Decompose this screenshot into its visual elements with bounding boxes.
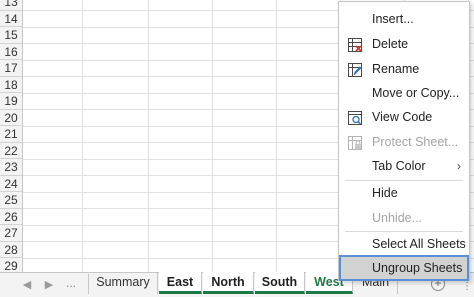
menu-item-delete[interactable]: Delete [339, 33, 469, 55]
menu-item-rename[interactable]: Rename [339, 58, 469, 80]
row-header[interactable]: 15 [0, 27, 22, 44]
more-tabs-ellipsis[interactable]: ... [66, 276, 76, 290]
tab-north[interactable]: North [203, 272, 254, 294]
row-header[interactable]: 23 [0, 159, 22, 176]
tab-summary[interactable]: Summary [89, 272, 158, 294]
row-header[interactable]: 20 [0, 110, 22, 126]
view-code-icon [348, 110, 362, 125]
menu-item-view-code[interactable]: View Code [339, 106, 469, 128]
menu-item-hide[interactable]: Hide [339, 182, 469, 204]
row-header[interactable]: 24 [0, 176, 22, 192]
menu-item-tab-color[interactable]: Tab Color › [339, 155, 469, 177]
menu-separator [345, 180, 463, 181]
delete-sheet-icon [348, 37, 362, 52]
row-header[interactable]: 25 [0, 192, 22, 209]
row-header[interactable]: 14 [0, 11, 22, 27]
row-header[interactable]: 27 [0, 225, 22, 242]
tab-south[interactable]: South [255, 272, 305, 294]
tab-east[interactable]: East [159, 272, 202, 294]
row-header[interactable]: 26 [0, 209, 22, 225]
row-header[interactable]: 22 [0, 143, 22, 159]
scroll-tabs-left-icon[interactable]: ◀ [20, 278, 34, 292]
excel-window: 13 14 15 16 17 18 19 20 21 22 23 24 25 2… [0, 0, 474, 297]
protect-sheet-icon [348, 135, 362, 150]
sheet-context-menu: Insert... Delete Rename Move or Copy... … [338, 1, 470, 281]
menu-item-protect-sheet: Protect Sheet... [339, 131, 469, 153]
row-header[interactable]: 17 [0, 60, 22, 77]
row-header[interactable]: 18 [0, 77, 22, 93]
row-headers: 13 14 15 16 17 18 19 20 21 22 23 24 25 2… [0, 0, 23, 275]
row-header[interactable]: 16 [0, 44, 22, 60]
rename-sheet-icon [348, 62, 362, 77]
menu-item-insert[interactable]: Insert... [339, 8, 469, 30]
row-header[interactable]: 28 [0, 242, 22, 258]
submenu-chevron-icon: › [457, 159, 461, 173]
tab-split-handle-icon[interactable]: ⋮ [462, 281, 472, 292]
menu-item-ungroup-sheets[interactable]: Ungroup Sheets [339, 255, 469, 281]
menu-item-select-all-sheets[interactable]: Select All Sheets [339, 233, 469, 255]
scroll-tabs-right-icon[interactable]: ▶ [42, 278, 56, 292]
row-header[interactable]: 21 [0, 126, 22, 143]
row-header[interactable]: 19 [0, 93, 22, 110]
menu-item-move-or-copy[interactable]: Move or Copy... [339, 82, 469, 104]
menu-item-unhide: Unhide... [372, 211, 423, 225]
row-header[interactable]: 13 [0, 0, 22, 11]
menu-separator [345, 231, 463, 232]
